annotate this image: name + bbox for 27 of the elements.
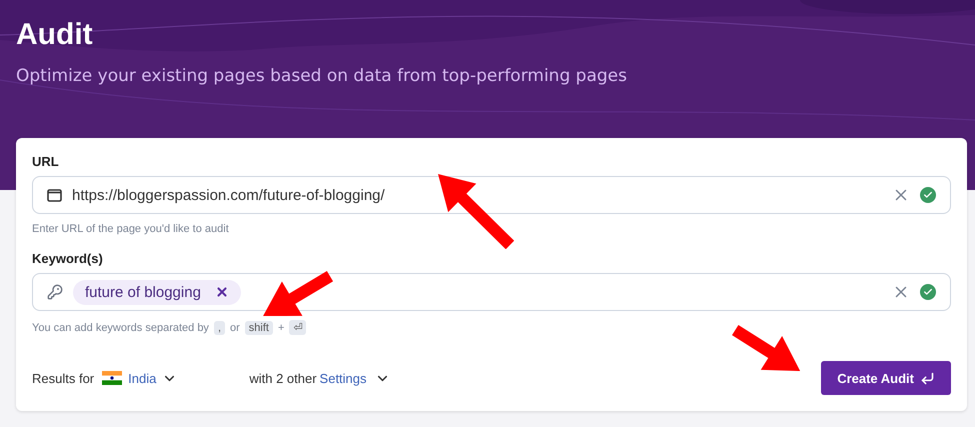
pointer-arrow-icon xyxy=(263,270,334,316)
key-hint: , xyxy=(214,320,225,334)
results-label: Results for xyxy=(32,370,94,386)
keyword-chip[interactable]: future of blogging xyxy=(73,280,241,304)
browser-window-icon xyxy=(47,188,62,202)
remove-icon[interactable] xyxy=(214,285,229,299)
field-hint: Enter URL of the page you'd like to audit xyxy=(32,223,229,235)
page-title: Audit xyxy=(16,18,94,52)
enter-icon xyxy=(920,370,935,386)
page-subtitle: Optimize your existing pages based on data from top-performing pages xyxy=(16,66,628,86)
pointer-arrow-icon xyxy=(732,324,800,371)
field-hint: You can add keywords separated by xyxy=(32,322,209,334)
create-audit-button[interactable]: Create Audit xyxy=(821,361,951,395)
field-label: Keyword(s) xyxy=(32,251,104,266)
field-label: URL xyxy=(32,154,60,169)
country-select[interactable]: India xyxy=(102,370,178,386)
field-hint: or xyxy=(230,322,240,334)
url-value: https://bloggerspassion.com/future-of-blogging/ xyxy=(72,186,386,204)
url-field[interactable]: https://bloggerspassion.com/future-of-blogging/ xyxy=(32,176,951,214)
key-hint: shift xyxy=(244,320,273,334)
flag-icon xyxy=(102,371,122,385)
key-hint: ⏎ xyxy=(289,320,306,335)
pointer-arrow-icon xyxy=(438,174,514,250)
settings-label: with 2 other xyxy=(249,370,317,386)
settings-link[interactable]: Settings xyxy=(320,370,367,386)
key-icon xyxy=(47,284,63,300)
field-hint: + xyxy=(278,322,284,334)
